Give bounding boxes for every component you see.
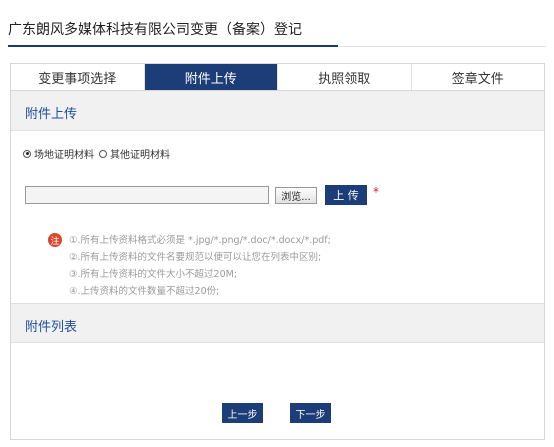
content-panel: 附件上传 场地证明材料 其他证明材料 浏览... 上 传 * 注 ①.所有上传资… [10,90,545,440]
note-line: ③.所有上传资料的文件大小不超过20M; [69,269,238,280]
note-icon: 注 [48,233,62,247]
radio-other-proof-label: 其他证明材料 [110,150,170,161]
file-path-input[interactable] [25,186,269,204]
attachment-list-header: 附件列表 [11,303,544,343]
next-step-button[interactable]: 下一步 [290,403,331,423]
page-title: 广东朗风多媒体科技有限公司变更（备案）登记 [8,22,302,38]
upload-button[interactable]: 上 传 [325,185,367,205]
tab-attachment-upload[interactable]: 附件上传 [144,64,278,90]
note-line: ④.上传资料的文件数量不超过20份; [69,286,220,297]
title-divider [338,46,546,47]
attachment-list-title: 附件列表 [25,320,78,335]
tab-signed-documents[interactable]: 签章文件 [411,64,544,90]
material-type-radio-group: 场地证明材料 其他证明材料 [23,146,175,161]
tab-license-pickup[interactable]: 执照领取 [278,64,412,90]
radio-other-proof-dot[interactable] [99,149,107,158]
note-line: ①.所有上传资料格式必须是 *.jpg/*.png/*.doc/*.docx/*… [69,235,331,246]
upload-notes: ①.所有上传资料格式必须是 *.jpg/*.png/*.doc/*.docx/*… [69,232,331,300]
radio-venue-proof-label: 场地证明材料 [34,150,94,161]
radio-venue-proof-dot[interactable] [23,149,31,158]
title-underline [8,45,338,47]
upload-section-title: 附件上传 [25,107,78,122]
step-tabs: 变更事项选择 附件上传 执照领取 签章文件 [10,63,545,90]
upload-section-header: 附件上传 [11,91,544,131]
radio-other-proof[interactable]: 其他证明材料 [99,146,170,161]
prev-step-button[interactable]: 上一步 [222,403,263,423]
browse-button[interactable]: 浏览... [275,187,317,204]
radio-venue-proof[interactable]: 场地证明材料 [23,146,94,161]
tab-change-items[interactable]: 变更事项选择 [11,64,145,90]
note-line: ②.所有上传资料的文件名要规范以便可以让您在列表中区别; [69,252,322,263]
required-star: * [373,185,379,199]
